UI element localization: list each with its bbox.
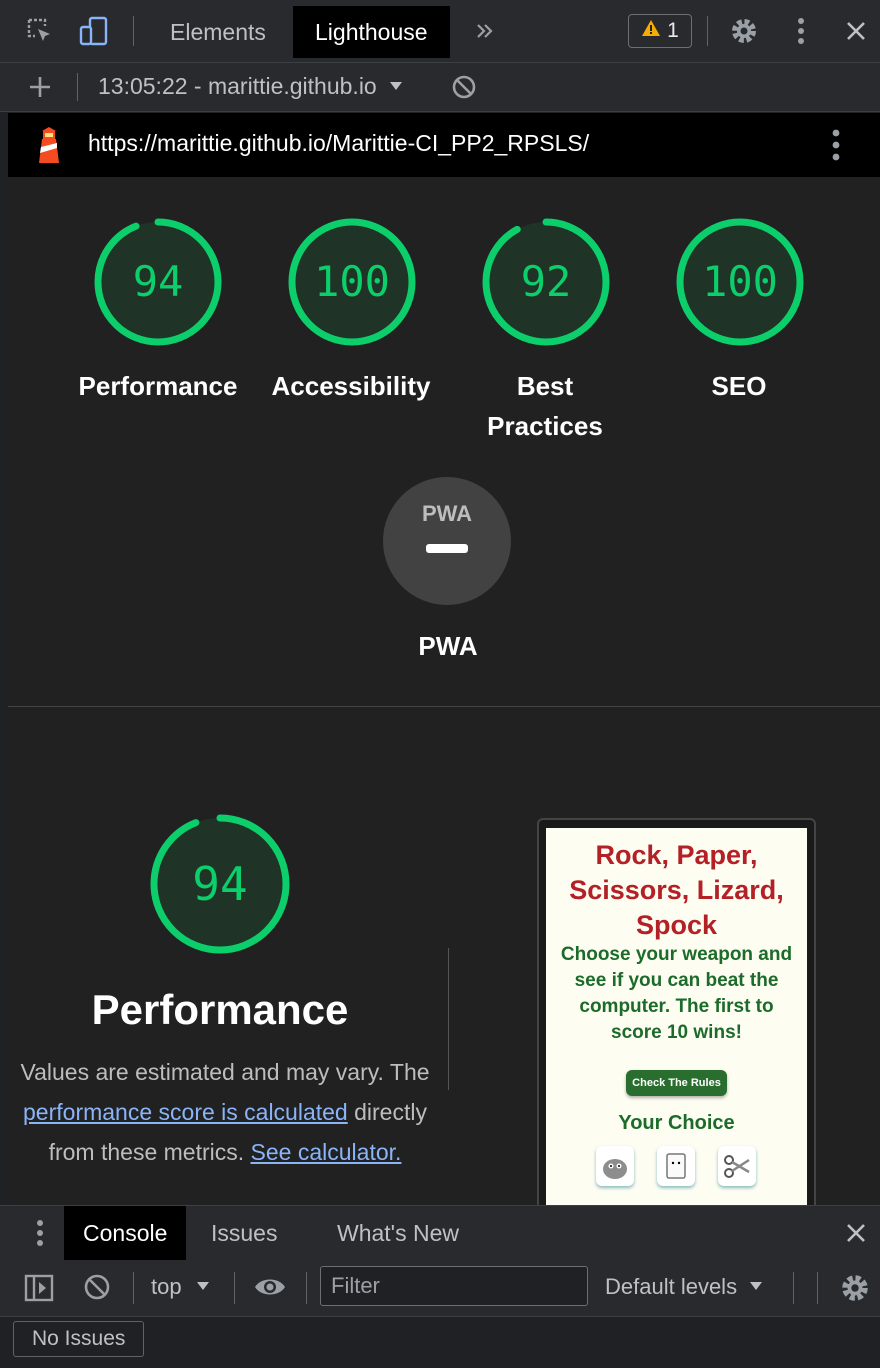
tab-issues[interactable]: Issues xyxy=(192,1206,296,1260)
lighthouse-report-toolbar: 13:05:22 - marittie.github.io xyxy=(0,63,880,112)
gauge-label-pwa: PWA xyxy=(418,631,478,661)
gear-icon[interactable] xyxy=(839,1272,871,1309)
tab-elements[interactable]: Elements xyxy=(148,6,288,58)
log-levels-label: Default levels xyxy=(605,1274,738,1299)
inspect-element-icon[interactable] xyxy=(24,15,56,47)
context-select[interactable]: top xyxy=(151,1274,210,1300)
report-select-label: 13:05:22 - marittie.github.io xyxy=(98,73,377,99)
section-divider xyxy=(8,706,880,707)
gauge-score: 100 xyxy=(702,257,778,306)
gauge-performance[interactable]: 94 xyxy=(92,216,224,348)
performance-score-large: 94 xyxy=(192,857,247,911)
final-screenshot[interactable]: Rock, Paper, Scissors, Lizard, Spock Cho… xyxy=(546,828,807,1208)
toolbar-divider xyxy=(707,16,708,46)
gauge-label-accessibility: Accessibility xyxy=(271,371,431,401)
tab-whats-new[interactable]: What's New xyxy=(318,1206,478,1260)
screenshot-subtitle: Choose your weapon and see if you can be… xyxy=(560,944,793,1043)
rock-icon xyxy=(596,1146,634,1186)
screenshot-choice-heading: Your Choice xyxy=(618,1112,735,1134)
gauge-score: 100 xyxy=(314,257,390,306)
pwa-badge-icon: PWA xyxy=(422,501,472,526)
report-url-bar: https://marittie.github.io/Marittie-CI_P… xyxy=(8,113,880,177)
screenshot-rules-button: Check The Rules xyxy=(626,1070,727,1096)
chevron-down-icon xyxy=(749,1278,763,1296)
scissors-icon xyxy=(718,1146,756,1186)
drawer-tabbar: Console Issues What's New xyxy=(0,1205,880,1261)
console-output: No Issues xyxy=(0,1317,880,1368)
performance-description: Values are estimated and may vary. The p… xyxy=(8,1052,452,1172)
tab-lighthouse[interactable]: Lighthouse xyxy=(293,6,450,58)
clear-all-icon[interactable] xyxy=(448,71,480,103)
toolbar-divider xyxy=(133,16,134,46)
warnings-badge[interactable]: 1 xyxy=(628,14,692,48)
chevrons-right-icon[interactable] xyxy=(469,15,501,47)
toolbar-divider xyxy=(817,1272,818,1304)
description-text: Values are estimated and may vary. The xyxy=(20,1059,430,1085)
toolbar-divider xyxy=(234,1272,235,1304)
kebab-menu-icon[interactable] xyxy=(832,129,840,166)
gauge-seo[interactable]: 100 xyxy=(674,216,806,348)
paper-icon xyxy=(657,1146,695,1186)
gauge-best-practices[interactable]: 92 xyxy=(480,216,612,348)
report-select[interactable]: 13:05:22 - marittie.github.io xyxy=(98,73,403,100)
gauge-score: 92 xyxy=(521,257,572,306)
report-url[interactable]: https://marittie.github.io/Marittie-CI_P… xyxy=(88,130,589,157)
sidebar-toggle-icon[interactable] xyxy=(24,1274,54,1307)
vertical-divider xyxy=(448,948,449,1090)
no-issues-button[interactable]: No Issues xyxy=(13,1321,145,1357)
toolbar-divider xyxy=(306,1272,307,1304)
lighthouse-logo-icon xyxy=(34,127,64,168)
gauge-pwa[interactable]: PWA xyxy=(383,477,515,609)
chevron-down-icon xyxy=(196,1278,210,1296)
new-report-icon[interactable] xyxy=(24,71,56,103)
toolbar-divider xyxy=(77,73,78,101)
kebab-menu-icon[interactable] xyxy=(36,1219,44,1252)
gauge-score: 94 xyxy=(133,257,184,306)
context-select-label: top xyxy=(151,1274,182,1299)
toolbar-divider xyxy=(133,1272,134,1304)
filter-input[interactable] xyxy=(320,1266,588,1306)
toolbar-divider xyxy=(793,1272,794,1304)
performance-gauge-large: 94 xyxy=(148,812,292,956)
gauge-label-performance: Performance xyxy=(78,371,238,401)
tab-console[interactable]: Console xyxy=(64,1206,187,1260)
score-calculated-link[interactable]: performance score is calculated xyxy=(23,1099,348,1125)
kebab-menu-icon[interactable] xyxy=(785,15,817,47)
warning-count: 1 xyxy=(667,19,679,42)
close-icon[interactable] xyxy=(840,15,872,47)
performance-title: Performance xyxy=(91,986,349,1033)
close-icon[interactable] xyxy=(845,1222,867,1249)
clear-console-icon[interactable] xyxy=(83,1273,111,1306)
console-toolbar: top Default levels xyxy=(0,1260,880,1317)
gear-icon[interactable] xyxy=(728,15,760,47)
device-toolbar-icon[interactable] xyxy=(78,15,110,47)
devtools-main-toolbar: Elements Lighthouse 1 xyxy=(0,0,880,63)
chevron-down-icon xyxy=(389,78,403,96)
gauge-label-seo: SEO xyxy=(711,371,767,401)
screenshot-title: Rock, Paper, Scissors, Lizard, Spock xyxy=(569,840,784,940)
warning-icon xyxy=(641,19,661,43)
gauge-label-best-practices: Best Practices xyxy=(487,371,603,441)
gauge-accessibility[interactable]: 100 xyxy=(286,216,418,348)
eye-icon[interactable] xyxy=(253,1274,287,1305)
see-calculator-link[interactable]: See calculator. xyxy=(251,1139,402,1165)
log-levels-select[interactable]: Default levels xyxy=(605,1274,763,1300)
